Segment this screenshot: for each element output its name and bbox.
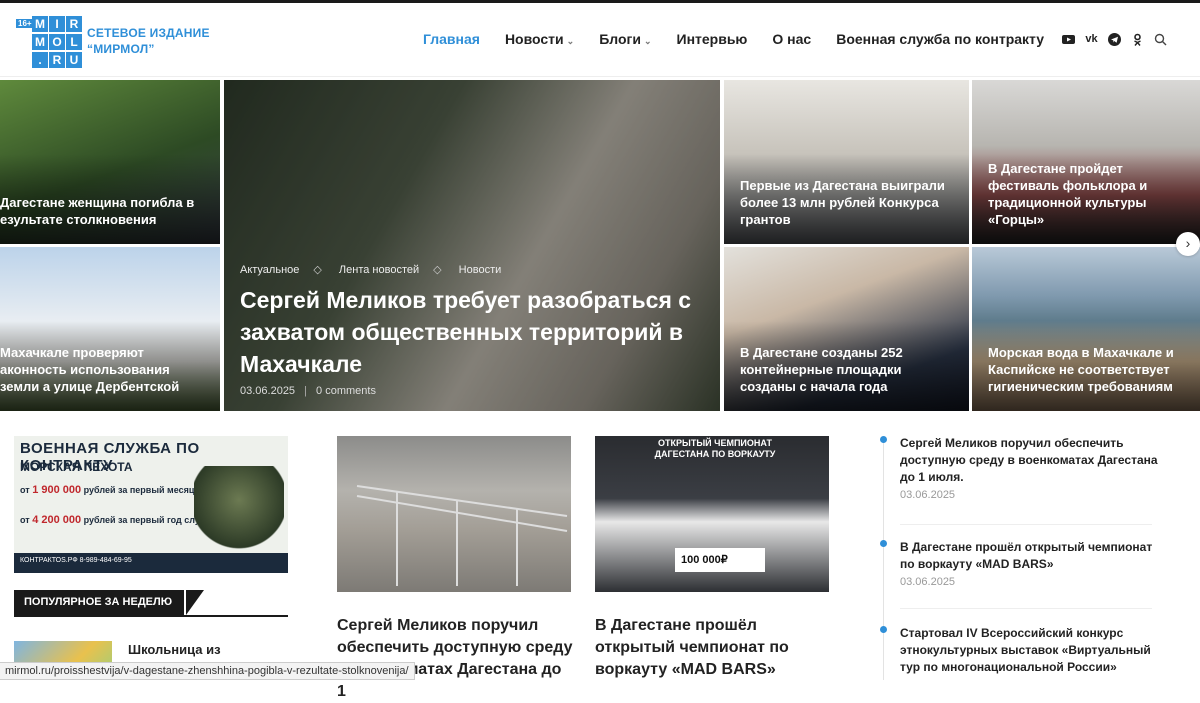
tile-caption: Первые из Дагестана выиграли более 13 мл…: [740, 178, 945, 227]
popular-week-label: ПОПУЛЯРНОЕ ЗА НЕДЕЛЮ: [14, 590, 185, 615]
logo-letter: I: [49, 16, 65, 32]
card-title[interactable]: В Дагестане прошёл открытый чемпионат по…: [595, 615, 831, 681]
timeline-item[interactable]: Стартовал IV Всероссийский конкурс этнок…: [900, 625, 1160, 676]
tile-caption: Дагестане женщина погибла в езультате ст…: [0, 195, 195, 227]
odnoklassniki-icon[interactable]: [1131, 33, 1144, 46]
social-links: vk: [1062, 33, 1167, 46]
hero-comments-link[interactable]: 0 comments: [316, 385, 376, 397]
vk-icon[interactable]: vk: [1085, 33, 1098, 46]
site-name-line1: СЕТЕВОЕ ИЗДАНИЕ: [87, 26, 210, 40]
age-rating-badge: 16+: [16, 19, 34, 28]
nav-label: О нас: [772, 31, 812, 47]
telegram-icon[interactable]: [1108, 33, 1121, 46]
chevron-down-icon: ⌄: [566, 36, 575, 46]
label-arrow: [186, 590, 204, 615]
nav-item-home[interactable]: Главная: [423, 31, 480, 47]
championship-banner-text: ОТКРЫТЫЙ ЧЕМПИОНАТ ДАГЕСТАНА ПО ВОРКАУТУ: [654, 438, 776, 459]
tile-caption: В Дагестане пройдет фестиваль фольклора …: [988, 161, 1148, 227]
site-name-line2: “МИРМОЛ”: [87, 42, 155, 56]
slider-next-button[interactable]: ›: [1176, 232, 1200, 256]
military-contract-banner[interactable]: ВОЕННАЯ СЛУЖБА ПО КОНТРАКТУ МОРСКАЯ ПЕХО…: [14, 436, 288, 573]
tile-caption: В Дагестане созданы 252 контейнерные пло…: [740, 345, 903, 394]
browser-status-url: mirmol.ru/proisshestvija/v-dagestane-zhe…: [0, 662, 415, 680]
nav-label: Блоги: [599, 31, 641, 47]
news-tile-land-check[interactable]: Махачкале проверяют аконность использова…: [0, 247, 220, 411]
hero-date: 03.06.2025: [240, 385, 296, 397]
card-image-workout[interactable]: ОТКРЫТЫЙ ЧЕМПИОНАТ ДАГЕСТАНА ПО ВОРКАУТУ…: [595, 436, 829, 592]
timeline-item[interactable]: В Дагестане прошёл открытый чемпионат по…: [900, 539, 1160, 588]
card-image-ramp[interactable]: [337, 436, 571, 592]
timeline-item-date: 03.06.2025: [900, 489, 956, 501]
logo-letter: R: [49, 52, 65, 68]
timeline-item-title[interactable]: Сергей Меликов поручил обеспечить доступ…: [900, 435, 1160, 486]
nav-item-blogs[interactable]: Блоги ⌄: [599, 31, 651, 47]
youtube-icon[interactable]: [1062, 33, 1075, 46]
site-name[interactable]: СЕТЕВОЕ ИЗДАНИЕ “МИРМОЛ”: [87, 25, 210, 57]
hero-title[interactable]: Сергей Меликов требует разобраться с зах…: [240, 284, 710, 380]
chevron-right-icon: ›: [1185, 235, 1191, 251]
logo-letter: M: [32, 34, 48, 50]
news-tile-accident[interactable]: Дагестане женщина погибла в езультате ст…: [0, 80, 220, 244]
amount-value: 1 900 000: [32, 484, 82, 496]
timeline-item-title[interactable]: В Дагестане прошёл открытый чемпионат по…: [900, 539, 1160, 573]
timeline-item-title[interactable]: Стартовал IV Всероссийский конкурс этнок…: [900, 625, 1160, 676]
nav-item-military-service[interactable]: Военная служба по контракту: [836, 31, 1044, 47]
logo-letter: U: [66, 52, 82, 68]
chevron-down-icon: ⌄: [643, 36, 652, 46]
tag-separator: ◇: [313, 264, 322, 276]
timeline-item-date: 03.06.2025: [900, 576, 956, 588]
news-tile-grants[interactable]: Первые из Дагестана выиграли более 13 мл…: [724, 80, 969, 244]
timeline-dot: [880, 626, 887, 633]
nav-label: Главная: [423, 31, 480, 47]
timeline-dot: [880, 436, 887, 443]
tile-caption: Морская вода в Махачкале и Каспийске не …: [988, 345, 1174, 394]
news-tile-sea-water[interactable]: Морская вода в Махачкале и Каспийске не …: [972, 247, 1200, 411]
amount-value: 4 200 000: [32, 514, 82, 526]
timeline-divider: [900, 524, 1152, 525]
banner-amount2: от 4 200 000 рублей за первый год службы: [20, 514, 220, 526]
popular-week-header: ПОПУЛЯРНОЕ ЗА НЕДЕЛЮ: [14, 590, 288, 617]
main-nav: Главная Новости ⌄ Блоги ⌄ Интервью О нас В…: [423, 31, 1069, 47]
tag-link[interactable]: Новости: [459, 264, 502, 276]
card-title[interactable]: Сергей Меликов поручил обеспечить доступ…: [337, 615, 573, 703]
tag-link[interactable]: Актуальное: [240, 264, 299, 276]
hero-tags: Актуальное ◇ Лента новостей ◇ Новости: [240, 263, 515, 276]
tag-link[interactable]: Лента новостей: [339, 264, 419, 276]
nav-label: Интервью: [676, 31, 748, 47]
logo-letter: O: [49, 34, 65, 50]
news-tile-festival[interactable]: В Дагестане пройдет фестиваль фольклора …: [972, 80, 1200, 244]
timeline-dot: [880, 540, 887, 547]
logo-letter: R: [66, 16, 82, 32]
site-logo[interactable]: 16+ MIRMOL.RU: [16, 14, 82, 68]
separator: |: [304, 385, 307, 397]
nav-item-interview[interactable]: Интервью: [677, 31, 748, 47]
logo-letter: .: [32, 52, 48, 68]
timeline-item[interactable]: Сергей Меликов поручил обеспечить доступ…: [900, 435, 1160, 501]
prize-board: 100 000₽: [675, 548, 765, 572]
news-tile-containers[interactable]: В Дагестане созданы 252 контейнерные пло…: [724, 247, 969, 411]
banner-subtitle: МОРСКАЯ ПЕХОТА: [20, 460, 133, 474]
nav-label: Новости: [504, 31, 564, 47]
tile-caption: Махачкале проверяют аконность использова…: [0, 345, 180, 394]
timeline-line: [883, 440, 884, 680]
tag-separator: ◇: [433, 264, 442, 276]
search-icon[interactable]: [1154, 33, 1167, 46]
logo-letter: M: [32, 16, 48, 32]
nav-label: Военная служба по контракту: [836, 31, 1045, 47]
soldier-image: [194, 466, 284, 551]
timeline-divider: [900, 608, 1152, 609]
nav-item-news[interactable]: Новости ⌄: [505, 31, 574, 47]
nav-item-about[interactable]: О нас: [772, 31, 811, 47]
hero-date-comments: 03.06.2025 | 0 comments: [240, 385, 376, 397]
ramp-illustration: [356, 485, 568, 586]
banner-footer: КОНТРАКТОS.РФ 8-989-484-69-95: [14, 553, 288, 573]
site-header: 16+ MIRMOL.RU СЕТЕВОЕ ИЗДАНИЕ “МИРМОЛ” Г…: [0, 3, 1200, 77]
logo-letter: L: [66, 34, 82, 50]
